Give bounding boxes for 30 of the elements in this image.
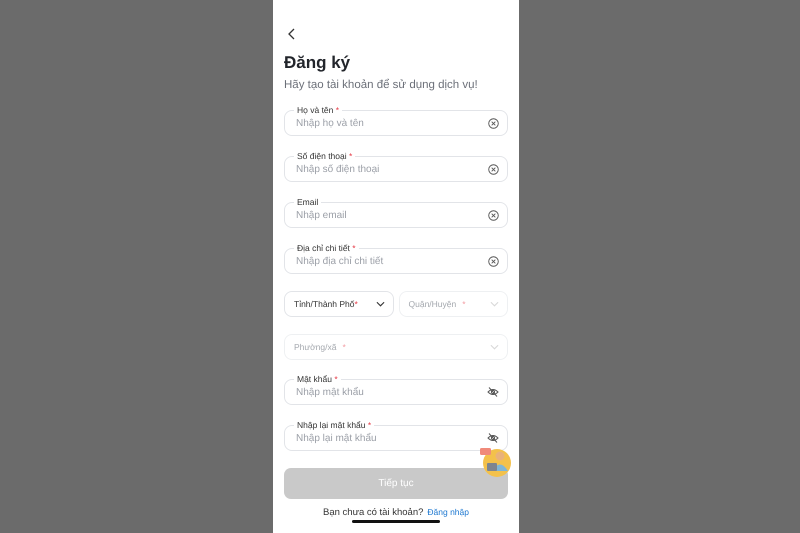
- chevron-down-icon: [490, 344, 499, 350]
- field-label: Mật khẩu *: [294, 374, 341, 384]
- placeholder-text: Nhập mật khẩu: [296, 386, 365, 398]
- field-label: Nhập lại mật khẩu *: [294, 420, 374, 430]
- chevron-down-icon: [376, 301, 384, 307]
- field-label: Địa chỉ chi tiết *: [294, 243, 359, 253]
- back-icon[interactable]: [287, 28, 295, 40]
- dropdown-field[interactable]: Tỉnh/Thành Phố*: [284, 291, 394, 317]
- clear-icon[interactable]: [488, 210, 499, 220]
- field-label: Họ và tên *: [294, 105, 342, 115]
- placeholder-text: Nhập lại mật khẩu: [296, 432, 378, 444]
- placeholder-text: Nhập địa chỉ chi tiết: [296, 256, 384, 266]
- dropdown-placeholder: Phường/xã *: [294, 342, 346, 352]
- clear-icon[interactable]: [488, 256, 499, 266]
- clear-icon[interactable]: [488, 164, 499, 174]
- login-link[interactable]: Đăng nhập: [427, 507, 469, 517]
- field-label: Số điện thoại *: [294, 151, 356, 161]
- placeholder-text: Nhập họ và tên: [296, 118, 365, 128]
- field-label: Email: [294, 197, 322, 207]
- page-title: Đăng ký: [284, 53, 352, 73]
- eye-off-icon[interactable]: [487, 386, 499, 398]
- dropdown-placeholder: Quận/Huyện *: [408, 299, 466, 309]
- placeholder-text: Nhập số điện thoại: [296, 164, 380, 174]
- clear-icon[interactable]: [488, 118, 499, 128]
- dropdown-placeholder: Tỉnh/Thành Phố*: [294, 299, 358, 309]
- chevron-down-icon: [490, 301, 499, 307]
- page-subtitle: Hãy tạo tài khoản để sử dụng dịch vụ!: [284, 79, 479, 91]
- eye-off-icon[interactable]: [487, 432, 499, 444]
- footer-text: Bạn chưa có tài khoản?: [323, 507, 424, 518]
- placeholder-text: Nhập email: [296, 210, 348, 220]
